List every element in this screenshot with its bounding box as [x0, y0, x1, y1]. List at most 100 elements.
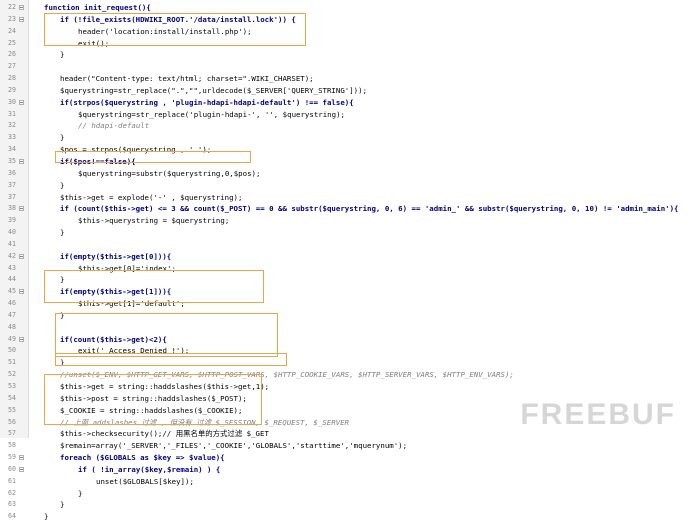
code-line[interactable]: 64}: [0, 511, 690, 523]
code-line[interactable]: 36 $querystring=substr($querystring,0,$po…: [0, 168, 690, 180]
line-number: 46: [8, 299, 16, 308]
code-line[interactable]: 46 $this->get[1]='default';: [0, 298, 690, 310]
code-line[interactable]: 59 foreach ($GLOBALS as $key => $value){: [0, 452, 690, 464]
code-line[interactable]: 26}: [0, 49, 690, 61]
line-number: 23: [8, 14, 16, 23]
line-number: 54: [8, 393, 16, 402]
line-number: 27: [8, 62, 16, 71]
line-number: 45: [8, 287, 16, 296]
line-number: 47: [8, 310, 16, 319]
fold-toggle-icon[interactable]: [19, 16, 24, 22]
code-area[interactable]: 22 function init_request(){ 23 if (!file_ex…: [0, 2, 690, 523]
code-text: if(strpos($querystring , 'plugin-hdapi-h…: [60, 97, 354, 107]
line-number: 25: [8, 38, 16, 47]
code-line[interactable]: 53 $this->get = string::haddslashes($this…: [0, 381, 690, 393]
code-line[interactable]: 23 if (!file_exists(HDWIKI_ROOT.'/data/in…: [0, 14, 690, 26]
line-number: 57: [8, 429, 16, 438]
code-text: }: [44, 512, 49, 522]
code-line[interactable]: 60 if ( !in_array($key,$remain) ) {: [0, 464, 690, 476]
code-text: $this->get[0]='index';: [78, 263, 176, 273]
line-number: 34: [8, 145, 16, 154]
line-number: 60: [8, 464, 16, 473]
fold-toggle-icon[interactable]: [19, 206, 24, 212]
line-number: 30: [8, 97, 16, 106]
code-line[interactable]: 27: [0, 61, 690, 73]
line-number: 56: [8, 417, 16, 426]
code-text: exit();: [78, 38, 110, 48]
code-line[interactable]: 41: [0, 239, 690, 251]
code-text: }: [60, 275, 65, 285]
line-number: 37: [8, 180, 16, 189]
code-line[interactable]: 30 if(strpos($querystring , 'plugin-hdapi…: [0, 97, 690, 109]
line-number: 50: [8, 346, 16, 355]
code-line[interactable]: 50 exit(' Access Denied !');: [0, 345, 690, 357]
code-line[interactable]: 52 //unset($_ENV, $HTTP_GET_VARS, $HTTP_P…: [0, 369, 690, 381]
code-text: if(empty($this->get[1])){: [60, 287, 172, 297]
line-number: 52: [8, 370, 16, 379]
code-line[interactable]: 33}: [0, 132, 690, 144]
fold-toggle-icon[interactable]: [19, 289, 24, 295]
fold-toggle-icon[interactable]: [19, 5, 24, 10]
line-number: 26: [8, 50, 16, 59]
line-number: 37: [8, 192, 16, 201]
line-number: 63: [8, 500, 16, 509]
code-text: function init_request(){: [44, 3, 151, 12]
fold-toggle-icon[interactable]: [19, 466, 24, 472]
line-number: 33: [8, 133, 16, 142]
code-line[interactable]: 22 function init_request(){: [0, 2, 690, 14]
code-line[interactable]: 45 if(empty($this->get[1])){: [0, 286, 690, 298]
line-number: 53: [8, 382, 16, 390]
code-line[interactable]: 24 header('location:install/install.php')…: [0, 26, 690, 38]
code-line[interactable]: 62}: [0, 488, 690, 500]
line-number: 22: [8, 3, 16, 11]
code-line[interactable]: 43 $this->get[0]='index';: [0, 263, 690, 275]
code-text: $this->get = explode('-' , $querystring)…: [60, 192, 243, 202]
line-number: 64: [8, 512, 16, 521]
code-line[interactable]: 37}: [0, 180, 690, 192]
line-number: 43: [8, 263, 16, 272]
fold-toggle-icon[interactable]: [19, 158, 24, 164]
code-text: $this->get = string::haddslashes($this->…: [60, 382, 270, 391]
code-line[interactable]: 58 $remain=array('_SERVER','_FILES','_COO…: [0, 440, 690, 452]
code-editor[interactable]: 22 function init_request(){ 23 if (!file_ex…: [0, 0, 690, 521]
code-line[interactable]: 38 if (count($this->get) <= 3 && count($_…: [0, 203, 690, 215]
code-line[interactable]: 48: [0, 322, 690, 334]
fold-toggle-icon[interactable]: [19, 99, 24, 105]
code-line[interactable]: 61 unset($GLOBALS[$key]);: [0, 476, 690, 488]
code-text: header("Content-type: text/html; charset…: [60, 74, 314, 84]
code-line[interactable]: 31 $querystring=str_replace('plugin-hdapi…: [0, 109, 690, 121]
code-line[interactable]: 25 exit();: [0, 38, 690, 50]
line-number: 62: [8, 488, 16, 497]
line-number: 28: [8, 74, 16, 83]
code-line[interactable]: 51}: [0, 357, 690, 369]
code-text: $_COOKIE = string::haddslashes($_COOKIE)…: [60, 405, 243, 415]
code-text: if (count($this->get) <= 3 && count($_PO…: [60, 204, 679, 214]
code-line[interactable]: 47}: [0, 310, 690, 322]
line-number: 24: [8, 26, 16, 35]
code-text: }: [60, 228, 65, 238]
code-line[interactable]: 42 if(empty($this->get[0])){: [0, 251, 690, 263]
code-line[interactable]: 44}: [0, 274, 690, 286]
code-line[interactable]: 63}: [0, 499, 690, 511]
code-line[interactable]: 29 $querystring=str_replace(".","",urldec…: [0, 85, 690, 97]
code-line[interactable]: 32 // hdapi-default: [0, 120, 690, 132]
code-line[interactable]: 37 $this->get = explode('-' , $querystrin…: [0, 192, 690, 204]
line-number: 61: [8, 476, 16, 485]
fold-toggle-icon[interactable]: [19, 336, 24, 342]
freebuf-watermark: FREEBUF: [520, 398, 676, 431]
code-text: }: [60, 358, 65, 368]
code-text: }: [60, 180, 65, 190]
code-text: if ( !in_array($key,$remain) ) {: [78, 464, 221, 474]
code-text: $this->querystring = $querystring;: [78, 216, 230, 226]
fold-toggle-icon[interactable]: [19, 455, 24, 461]
code-text: }: [60, 310, 65, 320]
code-line[interactable]: 49 if(count($this->get)<2){: [0, 334, 690, 346]
code-line[interactable]: 35 if($pos!==false){: [0, 156, 690, 168]
code-line[interactable]: 28 header("Content-type: text/html; chars…: [0, 73, 690, 85]
code-text: if (!file_exists(HDWIKI_ROOT.'/data/inst…: [60, 14, 296, 24]
fold-toggle-icon[interactable]: [19, 253, 24, 259]
code-line[interactable]: 39 $this->querystring = $querystring;: [0, 215, 690, 227]
code-line[interactable]: 40}: [0, 227, 690, 239]
code-line[interactable]: 34 $pos = strpos($querystring , '.');: [0, 144, 690, 156]
code-text: }: [60, 500, 65, 510]
